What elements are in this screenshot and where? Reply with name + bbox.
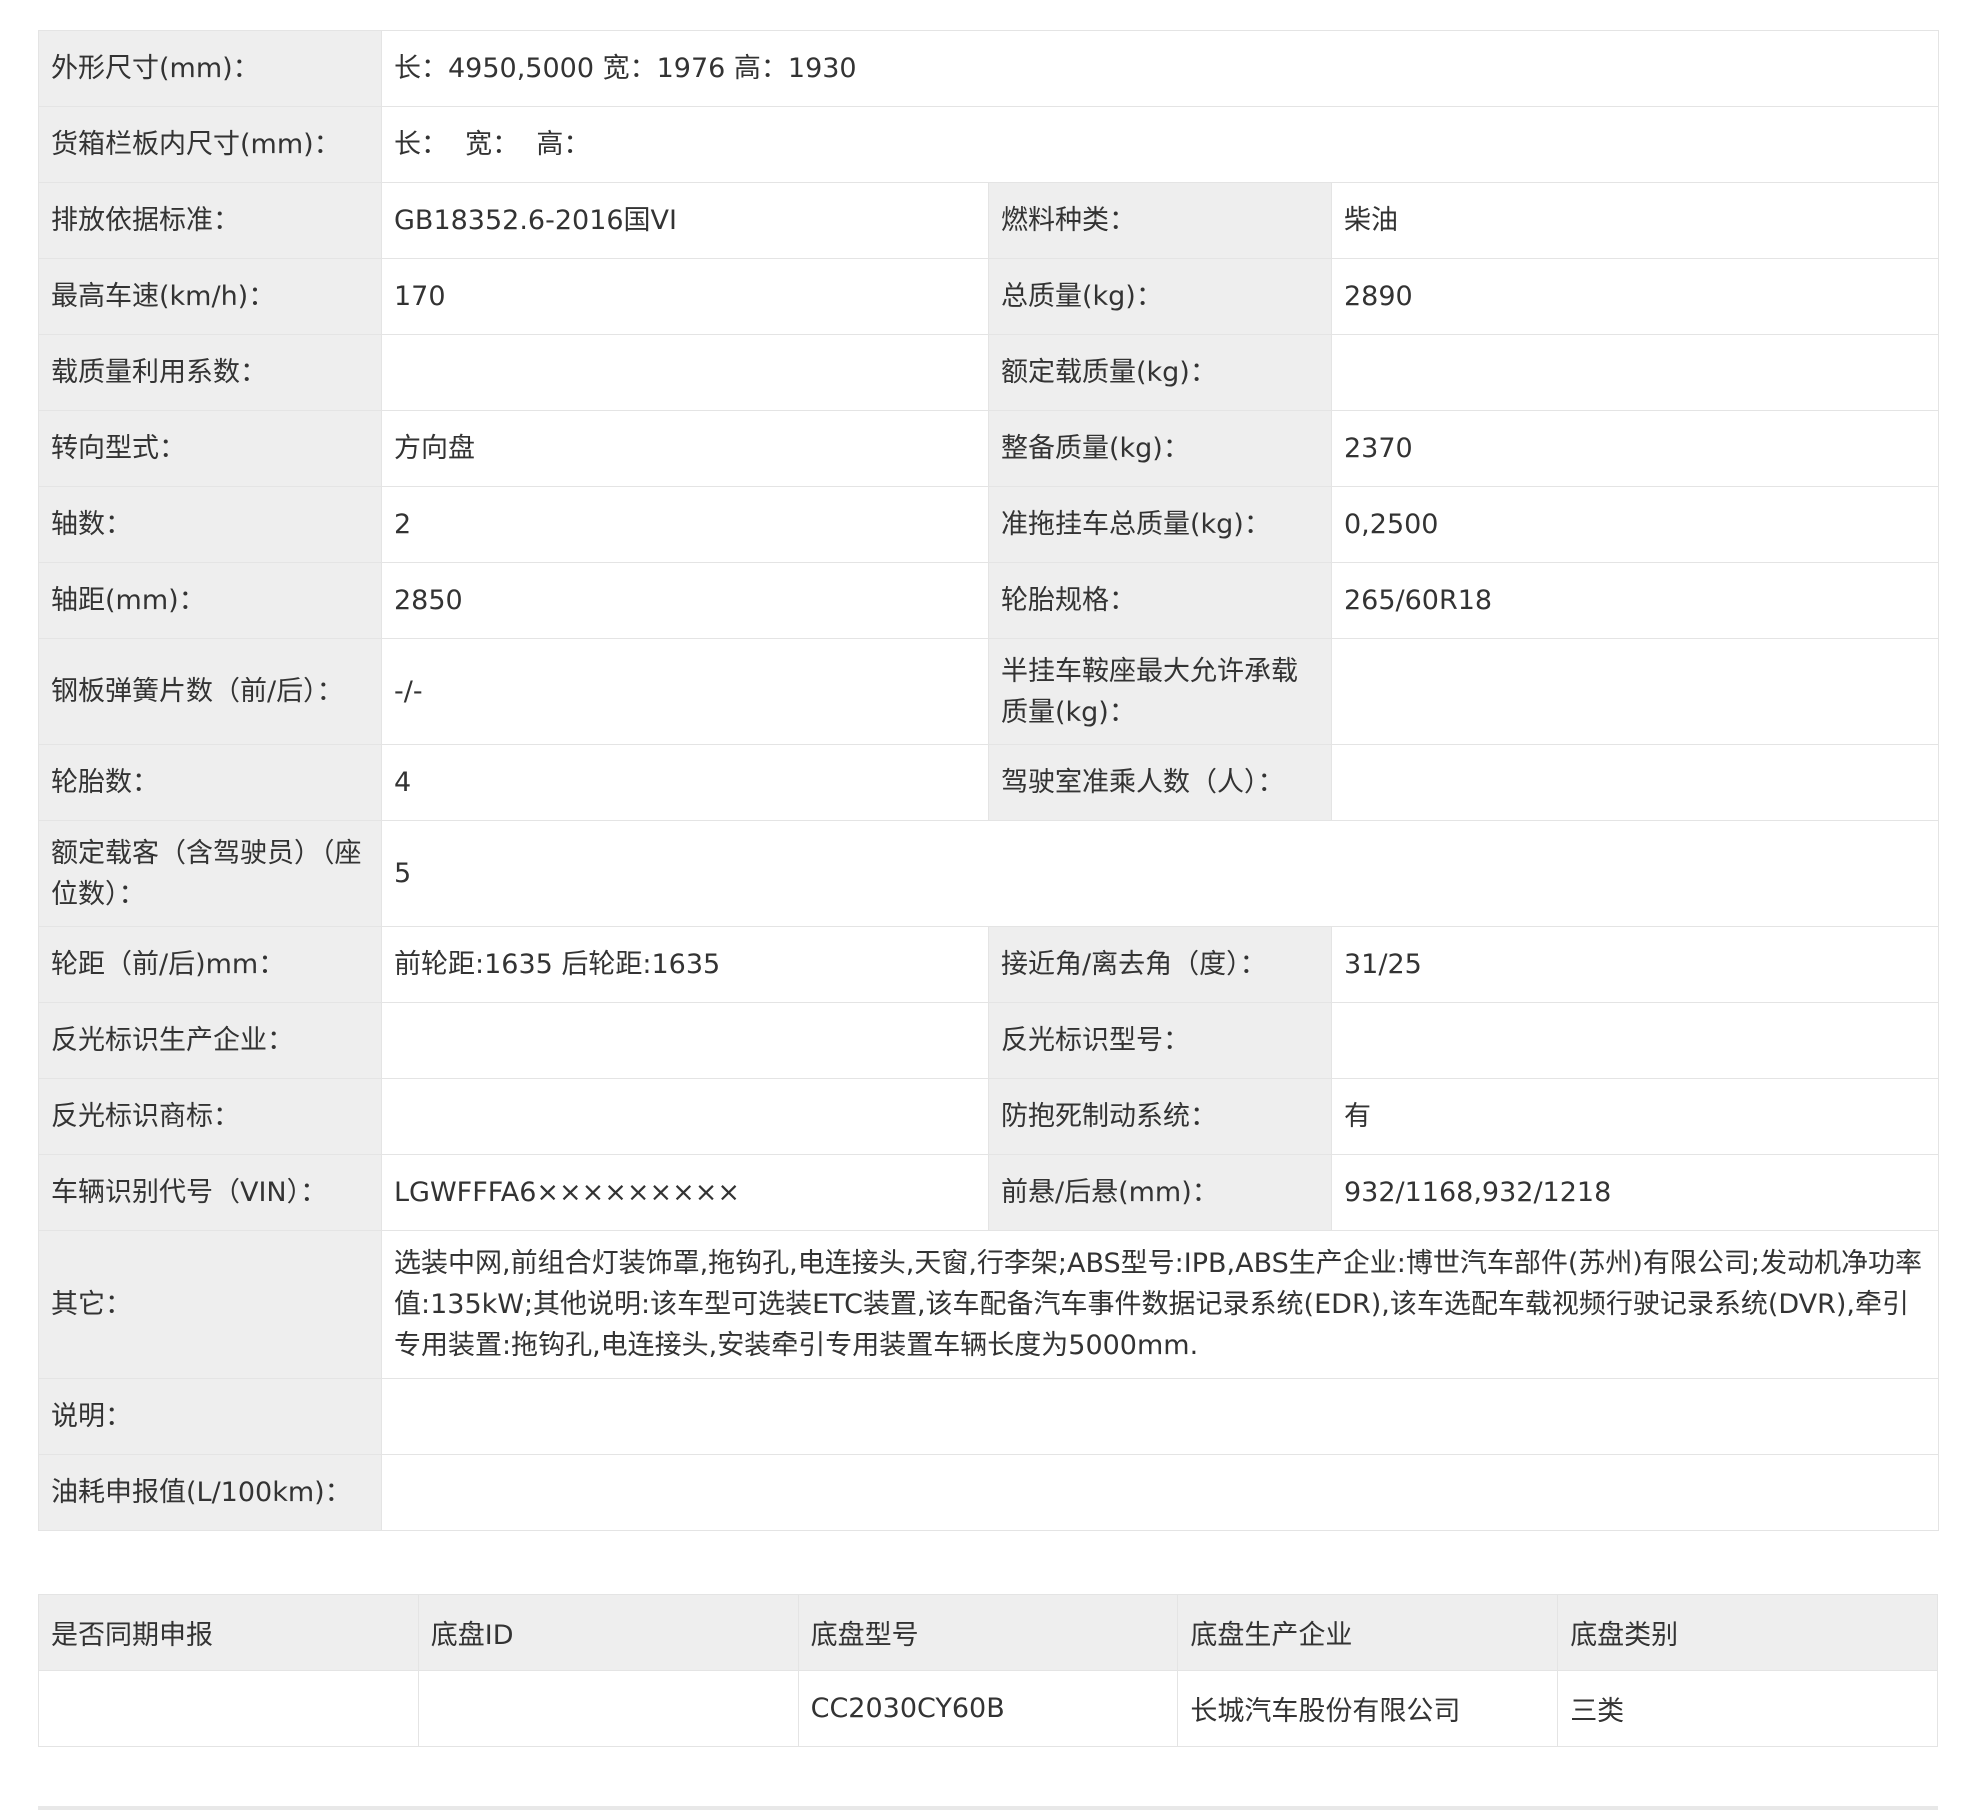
leaf-spring-label: 钢板弹簧片数（前/后）： (38, 638, 382, 745)
reflector-model-label: 反光标识型号： (988, 1002, 1332, 1079)
emission-standard-label: 排放依据标准： (38, 182, 382, 259)
vin-label: 车辆识别代号（VIN）： (38, 1154, 382, 1231)
approach-departure-angle-label: 接近角/离去角（度）： (988, 926, 1332, 1003)
steering-type-label: 转向型式： (38, 410, 382, 487)
trailer-mass-label: 准拖挂车总质量(kg)： (988, 486, 1332, 563)
spec-row-other: 其它： 选装中网,前组合灯装饰罩,拖钩孔,电连接头,天窗,行李架;ABS型号:I… (38, 1230, 1940, 1379)
spec-row-emission: 排放依据标准： GB18352.6-2016国VI 燃料种类： 柴油 (38, 182, 1940, 259)
fuel-consumption-value (380, 1454, 1940, 1531)
track-width-value: 前轮距:1635 后轮距:1635 (381, 926, 989, 1003)
approach-departure-angle-value: 31/25 (1330, 926, 1940, 1003)
fuel-type-value: 柴油 (1330, 182, 1940, 259)
overhang-value: 932/1168,932/1218 (1330, 1154, 1940, 1231)
cargo-dimensions-label: 货箱栏板内尺寸(mm)： (38, 106, 382, 183)
tire-count-value: 4 (381, 744, 989, 821)
spec-row-axles: 轴数： 2 准拖挂车总质量(kg)： 0,2500 (38, 486, 1940, 563)
tire-spec-value: 265/60R18 (1330, 562, 1940, 639)
chassis-cell-model: CC2030CY60B (797, 1670, 1179, 1747)
rated-load-label: 额定载质量(kg)： (988, 334, 1332, 411)
vin-value: LGWFFFA6××××××××× (381, 1154, 989, 1231)
tire-count-label: 轮胎数： (38, 744, 382, 821)
reflector-brand-value (381, 1078, 989, 1155)
spec-row-note: 说明： (38, 1378, 1940, 1455)
other-value: 选装中网,前组合灯装饰罩,拖钩孔,电连接头,天窗,行李架;ABS型号:IPB,A… (380, 1230, 1940, 1379)
spec-row-dimensions: 外形尺寸(mm)： 长：4950,5000 宽：1976 高：1930 (38, 30, 1940, 107)
note-value (380, 1378, 1940, 1455)
spec-row-tire-count: 轮胎数： 4 驾驶室准乘人数（人）： (38, 744, 1940, 821)
abs-system-value: 有 (1330, 1078, 1940, 1155)
reflector-maker-value (381, 1002, 989, 1079)
spec-row-vin: 车辆识别代号（VIN）： LGWFFFA6××××××××× 前悬/后悬(mm)… (38, 1154, 1940, 1231)
chassis-header-concurrent: 是否同期申报 (38, 1594, 419, 1671)
spec-row-reflector-brand: 反光标识商标： 防抱死制动系统： 有 (38, 1078, 1940, 1155)
vehicle-spec-table: 外形尺寸(mm)： 长：4950,5000 宽：1976 高：1930 货箱栏板… (38, 30, 1940, 1531)
spec-row-wheelbase: 轴距(mm)： 2850 轮胎规格： 265/60R18 (38, 562, 1940, 639)
spec-row-load: 载质量利用系数： 额定载质量(kg)： (38, 334, 1940, 411)
spec-row-passengers: 额定载客（含驾驶员）（座位数）： 5 (38, 820, 1940, 927)
wheelbase-value: 2850 (381, 562, 989, 639)
rated-load-value (1330, 334, 1940, 411)
steering-type-value: 方向盘 (381, 410, 989, 487)
spec-row-track: 轮距（前/后)mm： 前轮距:1635 后轮距:1635 接近角/离去角（度）：… (38, 926, 1940, 1003)
table-row: CC2030CY60B 长城汽车股份有限公司 三类 (38, 1670, 1938, 1747)
spec-row-fuel-consumption: 油耗申报值(L/100km)： (38, 1454, 1940, 1531)
max-speed-label: 最高车速(km/h)： (38, 258, 382, 335)
saddle-load-label: 半挂车鞍座最大允许承载质量(kg)： (988, 638, 1332, 745)
reflector-maker-label: 反光标识生产企业： (38, 1002, 382, 1079)
overhang-label: 前悬/后悬(mm)： (988, 1154, 1332, 1231)
load-utilization-value (381, 334, 989, 411)
wheelbase-label: 轴距(mm)： (38, 562, 382, 639)
curb-mass-label: 整备质量(kg)： (988, 410, 1332, 487)
rated-passengers-label: 额定载客（含驾驶员）（座位数）： (38, 820, 382, 927)
gross-mass-label: 总质量(kg)： (988, 258, 1332, 335)
abs-system-label: 防抱死制动系统： (988, 1078, 1332, 1155)
cargo-dimensions-value: 长： 宽： 高： (380, 106, 1940, 183)
curb-mass-value: 2370 (1330, 410, 1940, 487)
leaf-spring-value: -/- (381, 638, 989, 745)
track-width-label: 轮距（前/后)mm： (38, 926, 382, 1003)
dimensions-value: 长：4950,5000 宽：1976 高：1930 (380, 30, 1940, 107)
spec-row-speed: 最高车速(km/h)： 170 总质量(kg)： 2890 (38, 258, 1940, 335)
chassis-header-id: 底盘ID (417, 1594, 799, 1671)
emission-standard-value: GB18352.6-2016国VI (381, 182, 989, 259)
chassis-cell-concurrent (38, 1670, 419, 1747)
saddle-load-value (1330, 638, 1940, 745)
load-utilization-label: 载质量利用系数： (38, 334, 382, 411)
tire-spec-label: 轮胎规格： (988, 562, 1332, 639)
spec-row-leaf-spring: 钢板弹簧片数（前/后）： -/- 半挂车鞍座最大允许承载质量(kg)： (38, 638, 1940, 745)
cab-seats-value (1330, 744, 1940, 821)
reflector-brand-label: 反光标识商标： (38, 1078, 382, 1155)
gross-mass-value: 2890 (1330, 258, 1940, 335)
chassis-table: 是否同期申报 底盘ID 底盘型号 底盘生产企业 底盘类别 CC2030CY60B… (38, 1594, 1938, 1747)
spec-row-steering: 转向型式： 方向盘 整备质量(kg)： 2370 (38, 410, 1940, 487)
max-speed-value: 170 (381, 258, 989, 335)
axle-count-label: 轴数： (38, 486, 382, 563)
dimensions-label: 外形尺寸(mm)： (38, 30, 382, 107)
chassis-cell-id (417, 1670, 799, 1747)
axle-count-value: 2 (381, 486, 989, 563)
fuel-type-label: 燃料种类： (988, 182, 1332, 259)
reflector-model-value (1330, 1002, 1940, 1079)
cab-seats-label: 驾驶室准乘人数（人）： (988, 744, 1332, 821)
chassis-header-maker: 底盘生产企业 (1177, 1594, 1559, 1671)
spec-row-reflector-maker: 反光标识生产企业： 反光标识型号： (38, 1002, 1940, 1079)
chassis-header-model: 底盘型号 (797, 1594, 1179, 1671)
spec-row-cargo: 货箱栏板内尺寸(mm)： 长： 宽： 高： (38, 106, 1940, 183)
chassis-cell-category: 三类 (1557, 1670, 1938, 1747)
note-label: 说明： (38, 1378, 382, 1455)
chassis-header-category: 底盘类别 (1557, 1594, 1938, 1671)
fuel-consumption-label: 油耗申报值(L/100km)： (38, 1454, 382, 1531)
rated-passengers-value: 5 (380, 820, 1940, 927)
chassis-header-row: 是否同期申报 底盘ID 底盘型号 底盘生产企业 底盘类别 (38, 1594, 1938, 1671)
other-label: 其它： (38, 1230, 382, 1379)
divider (38, 1806, 1938, 1810)
trailer-mass-value: 0,2500 (1330, 486, 1940, 563)
chassis-cell-maker: 长城汽车股份有限公司 (1177, 1670, 1559, 1747)
